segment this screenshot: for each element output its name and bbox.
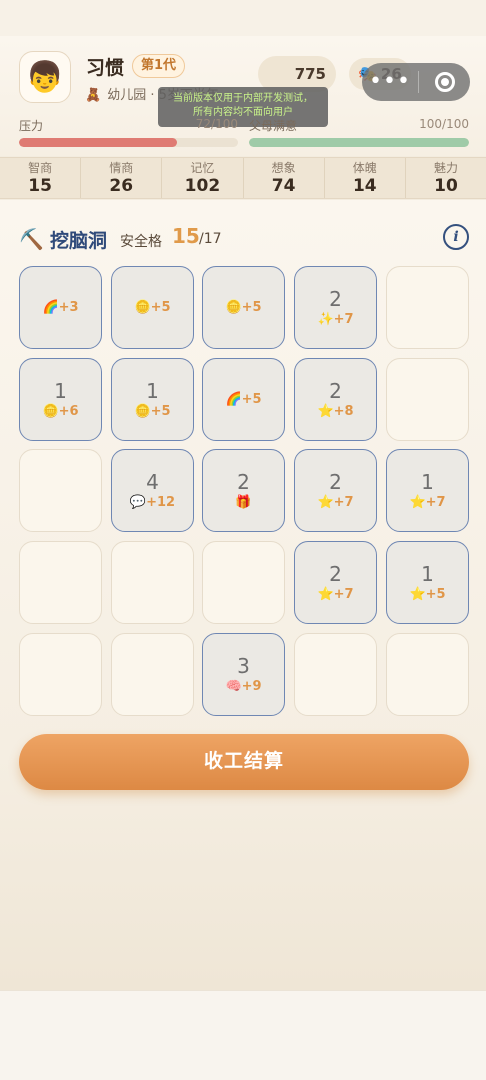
cell-reward: ⭐+7 <box>409 494 446 510</box>
generation-badge: 第1代 <box>132 54 186 78</box>
more-icon[interactable]: ••• <box>362 66 418 98</box>
satisfaction-bar <box>249 138 469 147</box>
stat-value: 10 <box>434 176 458 196</box>
stat-value: 26 <box>109 176 134 196</box>
cell-reward: 🌈+3 <box>42 299 79 315</box>
bottom-area <box>0 990 486 1080</box>
cell-reward: ⭐+7 <box>317 586 354 602</box>
miniprogram-capsule: ••• <box>362 63 470 101</box>
close-button[interactable] <box>419 72 470 92</box>
dug-cell[interactable]: 🪙+5 <box>202 266 285 349</box>
satisfaction-bar-fill <box>249 138 469 147</box>
stat-label: 记忆 <box>190 161 215 175</box>
stat-item[interactable]: 体魄 14 <box>325 158 406 198</box>
stats-row: 智商 15 情商 26 记忆 102 想象 74 体魄 14 魅力 10 <box>0 157 486 199</box>
dug-cell[interactable]: 🪙+5 <box>111 266 194 349</box>
pickaxe-icon: ⛏️ <box>19 227 44 251</box>
stat-item[interactable]: 智商 15 <box>0 158 82 198</box>
stat-item[interactable]: 记忆 102 <box>162 158 244 198</box>
cell-number: 1 <box>54 378 67 403</box>
stat-item[interactable]: 魅力 10 <box>406 158 486 198</box>
dug-cell[interactable]: 2 ⭐+8 <box>294 358 377 441</box>
dig-game-panel: ⛏️ 挖脑洞 安全格 15 /17 i 🌈+3 🪙+5 🪙+5 2 ✨+7 1 🪙+6 1 🪙+… <box>0 200 486 990</box>
dug-cell[interactable]: 1 🪙+5 <box>111 358 194 441</box>
hidden-cell[interactable] <box>202 541 285 624</box>
cell-number: 2 <box>329 378 342 403</box>
stat-item[interactable]: 情商 26 <box>81 158 163 198</box>
dug-cell[interactable]: 1 🪙+6 <box>19 358 102 441</box>
dug-cell[interactable]: 🌈+3 <box>19 266 102 349</box>
settle-button[interactable]: 收工结算 <box>19 734 469 790</box>
cell-reward: 🪙+5 <box>134 299 171 315</box>
dug-cell[interactable]: 1 ⭐+5 <box>386 541 469 624</box>
hidden-cell[interactable] <box>19 633 102 716</box>
safe-cells-total: /17 <box>199 231 222 247</box>
cell-reward: 🌈+5 <box>225 391 262 407</box>
cell-number: 4 <box>146 469 159 494</box>
stat-label: 魅力 <box>433 161 458 175</box>
dug-cell[interactable]: 2 ⭐+7 <box>294 449 377 532</box>
cell-number: 2 <box>329 561 342 586</box>
cell-reward: ⭐+8 <box>317 403 354 419</box>
dug-cell[interactable]: 1 ⭐+7 <box>386 449 469 532</box>
cell-number: 2 <box>329 286 342 311</box>
cell-reward: 🧠+9 <box>225 678 262 694</box>
target-icon <box>434 72 455 92</box>
coin-value: 775 <box>294 65 326 83</box>
satisfaction-value: 100/100 <box>419 117 469 131</box>
hidden-cell[interactable] <box>19 449 102 532</box>
hidden-cell[interactable] <box>111 633 194 716</box>
dug-cell[interactable]: 2 🎁 <box>202 449 285 532</box>
info-icon[interactable]: i <box>443 224 469 250</box>
game-title: 挖脑洞 <box>50 230 108 252</box>
hidden-cell[interactable] <box>19 541 102 624</box>
stat-item[interactable]: 想象 74 <box>244 158 325 198</box>
cell-reward: 🎁 <box>235 494 252 510</box>
dug-cell[interactable]: 2 ⭐+7 <box>294 541 377 624</box>
hidden-cell[interactable] <box>386 266 469 349</box>
teddy-bear-icon: 🧸 <box>85 88 102 103</box>
stat-label: 情商 <box>109 161 134 175</box>
cell-reward: 💬+12 <box>129 494 176 510</box>
stat-value: 15 <box>28 176 52 196</box>
dug-cell[interactable]: 4 💬+12 <box>111 449 194 532</box>
safe-cells-label: 安全格 <box>120 234 162 250</box>
character-name: 习惯 <box>86 57 125 79</box>
cell-reward: ⭐+5 <box>409 586 446 602</box>
cell-number: 2 <box>237 469 250 494</box>
hidden-cell[interactable] <box>386 358 469 441</box>
cell-reward: ⭐+7 <box>317 494 354 510</box>
dug-cell[interactable]: 🌈+5 <box>202 358 285 441</box>
stat-value: 102 <box>184 176 221 196</box>
stat-value: 14 <box>352 176 377 196</box>
cell-reward: 🪙+5 <box>225 299 262 315</box>
hidden-cell[interactable] <box>294 633 377 716</box>
cell-number: 1 <box>421 561 434 586</box>
hidden-cell[interactable] <box>386 633 469 716</box>
cell-reward: ✨+7 <box>317 311 354 327</box>
satisfaction-label: 父母满意 <box>249 119 298 133</box>
cell-number: 1 <box>421 469 434 494</box>
pressure-value: 72/100 <box>195 117 238 131</box>
dug-cell[interactable]: 3 🧠+9 <box>202 633 285 716</box>
stat-value: 74 <box>271 176 296 196</box>
safe-cells-count: 15 <box>172 224 200 248</box>
pressure-label: 压力 <box>19 119 44 133</box>
stat-label: 智商 <box>28 161 53 175</box>
cell-number: 3 <box>237 653 250 678</box>
stat-label: 想象 <box>271 161 296 175</box>
status-area <box>0 0 486 36</box>
cell-number: 1 <box>146 378 159 403</box>
stat-label: 体魄 <box>352 161 377 175</box>
cell-number: 2 <box>329 469 342 494</box>
cell-reward: 🪙+6 <box>42 403 79 419</box>
pressure-bar <box>19 138 238 147</box>
cell-reward: 🪙+5 <box>134 403 171 419</box>
avatar[interactable]: 👦 <box>19 51 71 103</box>
dug-cell[interactable]: 2 ✨+7 <box>294 266 377 349</box>
hidden-cell[interactable] <box>111 541 194 624</box>
pressure-bar-fill <box>19 138 177 147</box>
toast-line-1: 当前版本仅用于内部开发测试， <box>173 93 313 104</box>
